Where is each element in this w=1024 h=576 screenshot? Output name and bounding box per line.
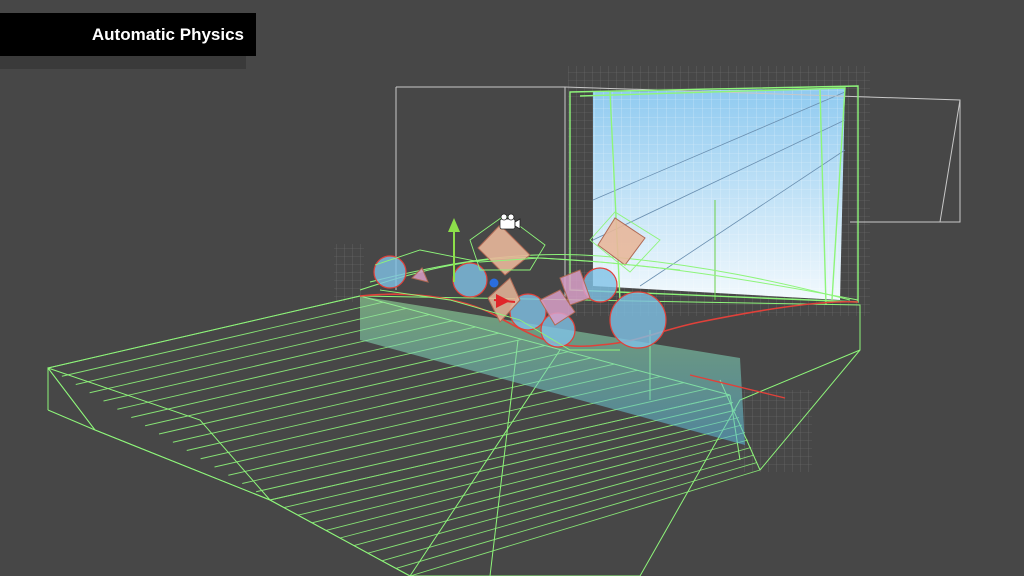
box-collider bbox=[477, 224, 531, 276]
mesh-line bbox=[367, 447, 752, 554]
mesh-line bbox=[61, 301, 384, 377]
sphere-collider bbox=[452, 262, 488, 298]
camera-icon[interactable] bbox=[499, 213, 521, 230]
mesh-line bbox=[339, 432, 746, 539]
mesh-line bbox=[75, 307, 407, 385]
mesh-line bbox=[311, 417, 740, 524]
box-collider bbox=[411, 267, 429, 283]
sky-backdrop bbox=[592, 88, 846, 300]
mesh-line bbox=[381, 454, 755, 562]
sphere-collider bbox=[609, 291, 667, 349]
mesh-line bbox=[47, 295, 361, 369]
mesh-line bbox=[297, 409, 737, 516]
scene-viewport[interactable] bbox=[0, 0, 1024, 576]
sphere-collider bbox=[373, 255, 407, 289]
mesh-line bbox=[325, 424, 743, 531]
